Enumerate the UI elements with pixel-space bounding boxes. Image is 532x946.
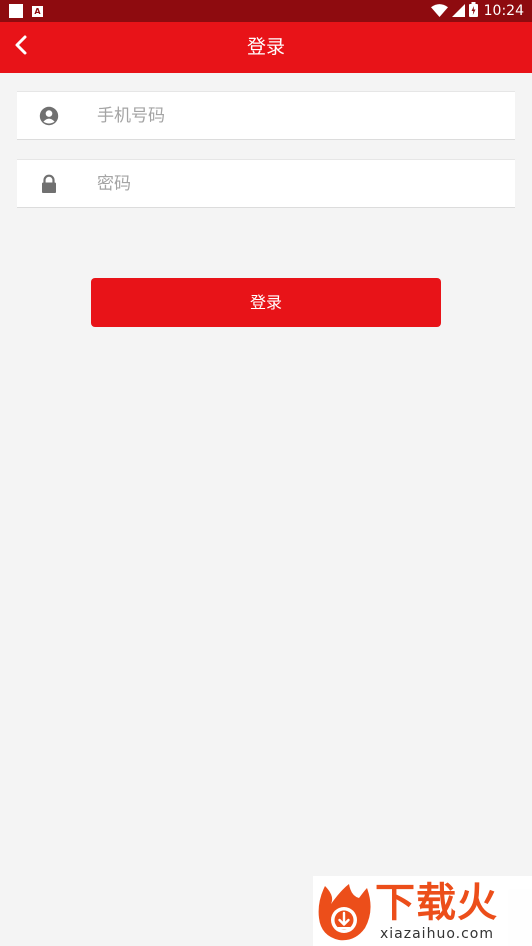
signal-icon [451, 2, 465, 21]
wifi-icon [430, 2, 448, 21]
chevron-left-icon [13, 34, 29, 60]
battery-icon [468, 1, 478, 21]
user-icon [38, 105, 60, 127]
login-button[interactable]: 登录 [91, 278, 441, 327]
notification-square-icon [9, 4, 23, 18]
notification-a-icon: A [32, 5, 43, 17]
app-header: 登录 [0, 22, 532, 73]
status-system-icons: 10:24 [430, 1, 524, 21]
password-field [17, 159, 515, 208]
watermark-logo: 下载火 xiazaihuo.com [313, 876, 532, 946]
flame-download-icon [317, 880, 373, 946]
watermark-url: xiazaihuo.com [380, 926, 494, 942]
phone-field [17, 91, 515, 140]
phone-input[interactable] [97, 92, 497, 139]
status-time: 10:24 [483, 3, 524, 19]
status-notifications: A [9, 4, 43, 18]
status-bar: A 10:24 [0, 0, 532, 22]
back-button[interactable] [4, 30, 38, 64]
page-title: 登录 [246, 36, 285, 58]
lock-icon [38, 173, 60, 195]
password-input[interactable] [97, 160, 497, 207]
watermark-name: 下载火 [375, 880, 498, 926]
